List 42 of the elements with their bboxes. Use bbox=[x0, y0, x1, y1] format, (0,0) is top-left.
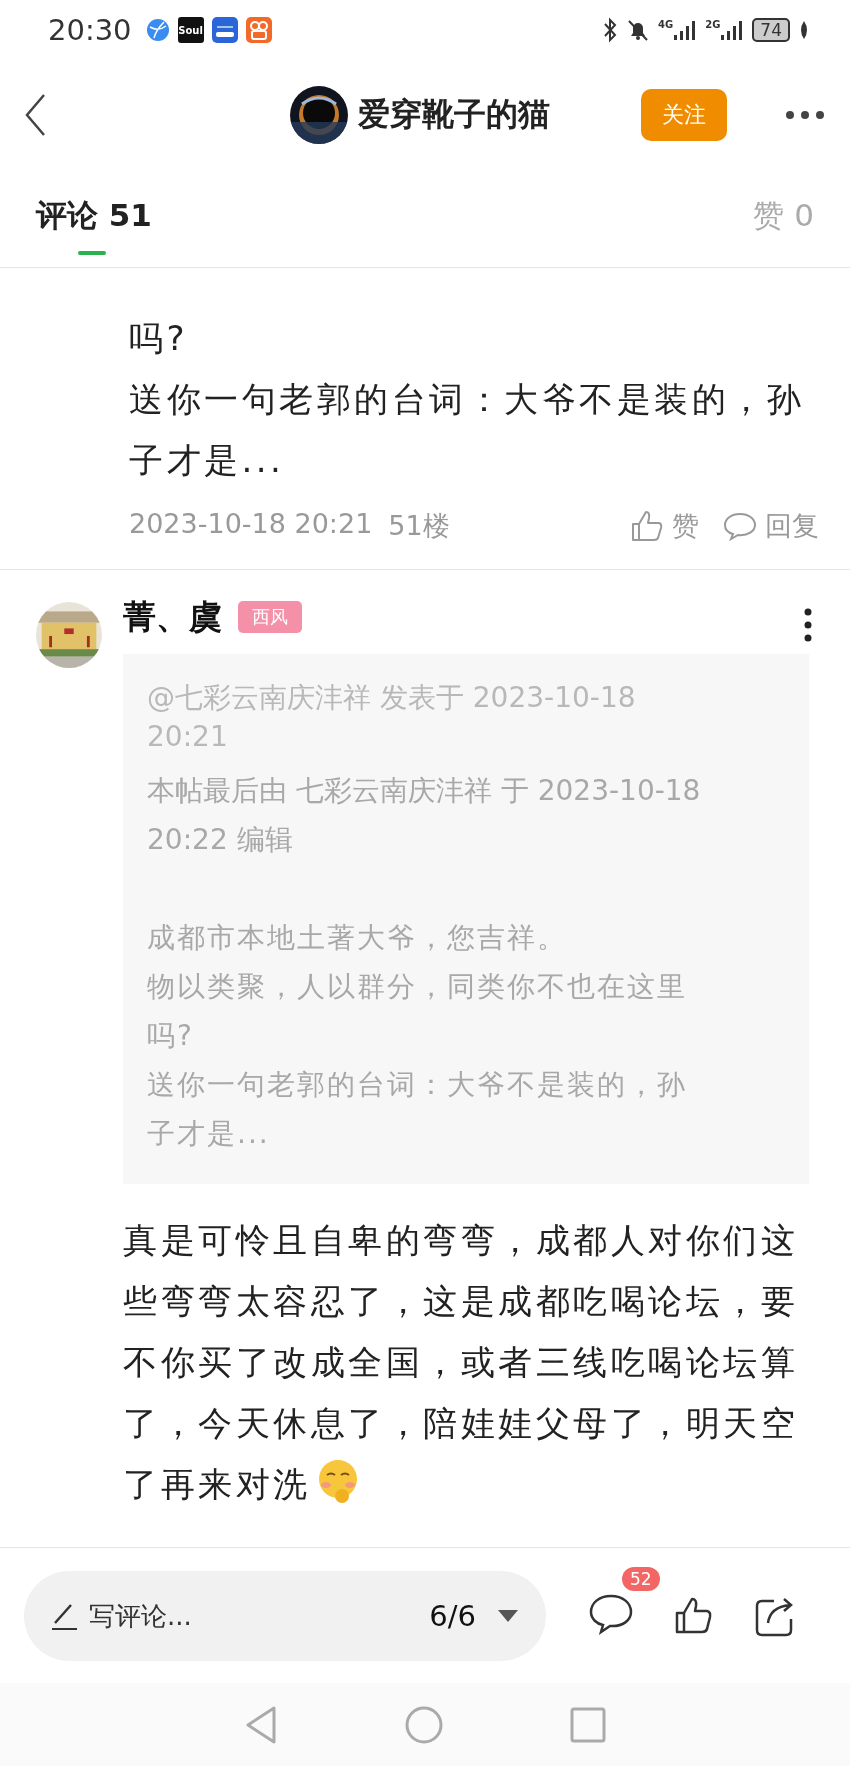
reply-link[interactable]: 回复 bbox=[765, 508, 819, 544]
signal-icon bbox=[720, 19, 745, 41]
author-name: 菁、虞 bbox=[123, 595, 222, 638]
bluetooth-icon bbox=[602, 17, 618, 43]
tab[interactable]: 评论 51 bbox=[36, 170, 152, 255]
thumbs-up-icon[interactable] bbox=[674, 1595, 714, 1636]
count-badge: 52 bbox=[622, 1566, 660, 1591]
quote-meta: @七彩云南庆沣祥 发表于 2023-10-18 20:21 bbox=[147, 680, 637, 755]
comment-text: 吗? bbox=[129, 317, 190, 360]
battery-level: 74 bbox=[752, 18, 790, 42]
tab[interactable]: 赞 0 bbox=[753, 170, 814, 255]
clock-time: 20:30 bbox=[48, 13, 132, 47]
signal-icon bbox=[673, 19, 698, 41]
quote-text: 送你一句老郭的台词：大爷不是装的，孙子才是... bbox=[147, 1067, 688, 1152]
dropdown-icon[interactable] bbox=[498, 1609, 518, 1622]
comment-text: 送你一句老郭的台词：大爷不是装的，孙子才是... bbox=[129, 378, 805, 482]
app-icon[interactable]: Soul bbox=[177, 17, 204, 43]
edit-note: 本帖最后由 七彩云南庆沣祥 于 2023-10-18 20:22 编辑 bbox=[147, 773, 702, 858]
thumbs-up-icon[interactable] bbox=[630, 509, 664, 543]
back-icon[interactable] bbox=[24, 93, 48, 137]
network-type: 2G bbox=[705, 19, 721, 30]
comment-text: 真是可怜且自卑的弯弯，成都人对你们这些弯弯太容忍了，这是成都吃喝论坛，要不你买了改成全国，或者三线吃喝论坛算了，今天休息了，陪娃娃父母了，明天空 bbox=[123, 1219, 799, 1445]
page-counter: 6/6 bbox=[429, 1598, 476, 1633]
user-name: 爱穿靴子的猫 bbox=[358, 94, 550, 135]
user-tag: 西风 bbox=[238, 601, 302, 633]
globe-icon[interactable] bbox=[145, 18, 170, 42]
follow-button[interactable]: 关注 bbox=[641, 89, 727, 141]
more-icon[interactable] bbox=[785, 110, 825, 120]
app-icon[interactable] bbox=[211, 17, 238, 43]
more-icon[interactable] bbox=[803, 608, 813, 642]
floor-number: 51楼 bbox=[388, 509, 450, 543]
leaf-icon bbox=[798, 20, 810, 40]
app-icon[interactable] bbox=[245, 17, 272, 43]
speech-bubble-icon[interactable] bbox=[723, 511, 757, 541]
quote-text: 成都市本地土著大爷，您吉祥。 bbox=[147, 920, 568, 956]
quote-text: 物以类聚，人以群分，同类你不也在这里吗? bbox=[147, 969, 688, 1054]
network-type: 4G bbox=[658, 19, 674, 30]
like-link[interactable]: 赞 bbox=[672, 508, 699, 544]
comment-icon[interactable] bbox=[588, 1592, 634, 1635]
post-time: 2023-10-18 20:21 bbox=[129, 508, 373, 541]
comment-text: 了再来对洗 bbox=[123, 1464, 311, 1504]
comment-input[interactable]: 写评论... bbox=[87, 1599, 422, 1632]
